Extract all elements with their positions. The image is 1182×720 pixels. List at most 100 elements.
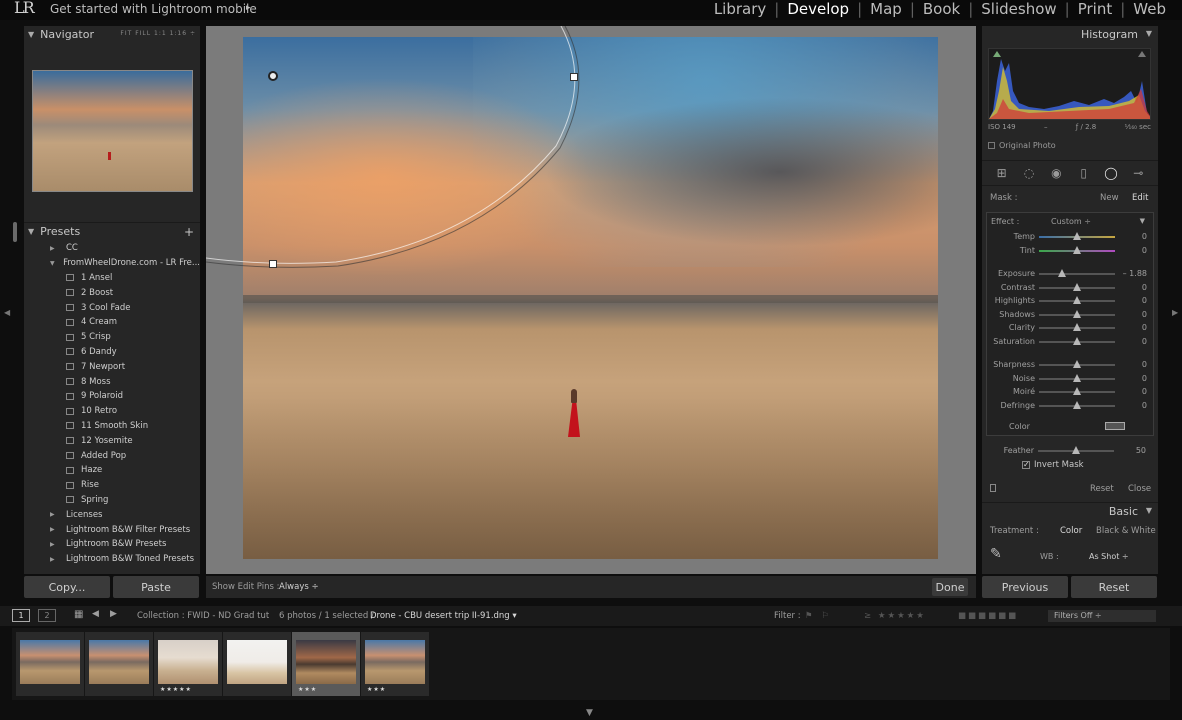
- effect-preset-select[interactable]: Custom ÷: [1051, 217, 1091, 226]
- slider-thumb[interactable]: [1073, 387, 1081, 395]
- collapse-triangle-icon[interactable]: ▼: [1146, 506, 1152, 515]
- module-web[interactable]: Web: [1125, 0, 1174, 18]
- preset-folder[interactable]: ▶ CC: [24, 241, 200, 256]
- defringe-slider[interactable]: Defringe 0: [987, 399, 1155, 412]
- folder-closed-triangle-icon[interactable]: ▶: [50, 245, 66, 252]
- paste-settings-button[interactable]: Paste: [113, 576, 199, 598]
- presets-header[interactable]: ▼ Presets +: [24, 223, 200, 240]
- slider-value[interactable]: 0: [1142, 401, 1147, 410]
- feather-slider-thumb[interactable]: [1072, 446, 1080, 454]
- saturation-slider[interactable]: Saturation 0: [987, 335, 1155, 348]
- histogram-graph[interactable]: [988, 48, 1151, 120]
- effect-collapse-icon[interactable]: ▼: [1140, 217, 1145, 225]
- histogram-header[interactable]: Histogram ▼: [982, 26, 1158, 43]
- folder-closed-triangle-icon[interactable]: ▶: [50, 556, 66, 563]
- preset-item[interactable]: 6 Dandy: [24, 345, 200, 360]
- slider-thumb[interactable]: [1073, 336, 1081, 345]
- treatment-bw-button[interactable]: Black & White: [1096, 526, 1156, 536]
- preset-item[interactable]: 11 Smooth Skin: [24, 419, 200, 434]
- radial-filter-handle[interactable]: [570, 73, 578, 81]
- filmstrip-thumbnail[interactable]: ★★★: [361, 632, 429, 696]
- preset-item[interactable]: 7 Newport: [24, 359, 200, 374]
- preset-item[interactable]: Haze: [24, 463, 200, 478]
- slider-value[interactable]: 0: [1142, 387, 1147, 396]
- slider-value[interactable]: 0: [1142, 360, 1147, 369]
- previous-button[interactable]: Previous: [982, 576, 1068, 598]
- right-panel-toggle-icon[interactable]: ▶: [1172, 308, 1178, 317]
- filmstrip-thumbnail[interactable]: [16, 632, 84, 696]
- done-button[interactable]: Done: [932, 578, 968, 596]
- slider-thumb[interactable]: [1073, 400, 1081, 409]
- slider-thumb[interactable]: [1073, 360, 1081, 368]
- sharpness-slider[interactable]: Sharpness 0: [987, 358, 1155, 371]
- feather-value[interactable]: 50: [1136, 446, 1146, 455]
- noise-slider[interactable]: Noise 0: [987, 372, 1155, 385]
- graduated-filter-icon[interactable]: ▯: [1077, 166, 1091, 180]
- slider-thumb[interactable]: [1073, 323, 1081, 331]
- collection-label[interactable]: Collection : FWID - ND Grad tut: [137, 611, 269, 621]
- filmstrip-toggle-icon[interactable]: ▼: [586, 708, 593, 718]
- grid-view-icon[interactable]: ▦: [74, 609, 83, 620]
- mask-close-button[interactable]: Close: [1128, 484, 1151, 494]
- filters-select[interactable]: Filters Off ÷: [1048, 610, 1156, 622]
- filmstrip-thumbnail[interactable]: [223, 632, 291, 696]
- slider-thumb[interactable]: [1073, 282, 1081, 291]
- navigator-preview[interactable]: [32, 70, 193, 192]
- module-book[interactable]: Book: [915, 0, 968, 18]
- mask-edit-button[interactable]: Edit: [1132, 193, 1148, 203]
- eyedropper-icon[interactable]: ✎: [990, 546, 1002, 562]
- tint-slider[interactable]: Tint 0: [987, 244, 1155, 257]
- slider-thumb[interactable]: [1073, 232, 1081, 240]
- slider-value[interactable]: 0: [1142, 232, 1147, 241]
- show-edit-pins-select[interactable]: Always ÷: [279, 582, 319, 592]
- highlights-slider[interactable]: Highlights 0: [987, 294, 1155, 307]
- slider-track[interactable]: [1039, 273, 1115, 275]
- preset-item[interactable]: Rise: [24, 478, 200, 493]
- module-library[interactable]: Library: [706, 0, 774, 18]
- preset-item[interactable]: 12 Yosemite: [24, 433, 200, 448]
- module-print[interactable]: Print: [1070, 0, 1121, 18]
- temp-slider[interactable]: Temp 0: [987, 230, 1155, 243]
- navigator-zoom-options[interactable]: FIT FILL 1:1 1:16 ÷: [120, 30, 196, 37]
- main-photo[interactable]: [243, 37, 938, 559]
- forward-arrow-icon[interactable]: ▶: [110, 609, 117, 619]
- slider-thumb[interactable]: [1073, 245, 1081, 254]
- slider-value[interactable]: 0: [1142, 246, 1147, 255]
- star-filter-icons[interactable]: ≥ ★★★★★: [864, 611, 926, 621]
- second-window-button[interactable]: 2: [38, 609, 56, 622]
- filmstrip-thumbnail[interactable]: ★★★: [292, 632, 360, 696]
- red-eye-icon[interactable]: ◉: [1049, 166, 1063, 180]
- preset-folder[interactable]: ▼ FromWheelDrone.com - LR Fre...: [24, 256, 200, 271]
- module-map[interactable]: Map: [862, 0, 910, 18]
- left-panel-scroll-handle[interactable]: [13, 222, 17, 242]
- slider-value[interactable]: 0: [1142, 296, 1147, 305]
- module-develop[interactable]: Develop: [779, 0, 857, 18]
- adjustment-brush-icon[interactable]: ⊸: [1131, 166, 1145, 180]
- current-filename[interactable]: Drone - CBU desert trip II-91.dng ▾: [370, 611, 517, 621]
- spot-removal-icon[interactable]: ◌: [1022, 166, 1036, 180]
- treatment-color-button[interactable]: Color: [1060, 526, 1082, 536]
- left-panel-toggle-icon[interactable]: ◀: [4, 308, 10, 317]
- mask-on-off-switch[interactable]: [990, 484, 996, 492]
- preset-item[interactable]: 4 Cream: [24, 315, 200, 330]
- preset-item[interactable]: 2 Boost: [24, 285, 200, 300]
- folder-open-triangle-icon[interactable]: ▼: [50, 260, 63, 267]
- original-photo-toggle[interactable]: Original Photo: [988, 141, 1056, 150]
- mask-new-button[interactable]: New: [1100, 193, 1119, 203]
- slider-value[interactable]: 0: [1142, 323, 1147, 332]
- copy-settings-button[interactable]: Copy...: [24, 576, 110, 598]
- radial-filter-center-pin[interactable]: [268, 71, 278, 81]
- wb-select[interactable]: As Shot ÷: [1089, 552, 1129, 561]
- contrast-slider[interactable]: Contrast 0: [987, 281, 1155, 294]
- mask-reset-button[interactable]: Reset: [1090, 484, 1114, 494]
- collapse-triangle-icon[interactable]: ▼: [1146, 29, 1152, 38]
- basic-header[interactable]: Basic ▼: [982, 502, 1158, 518]
- filmstrip-thumbnail[interactable]: ★★★★★: [154, 632, 222, 696]
- flag-filter-icons[interactable]: ⚑ ⚐: [805, 611, 832, 621]
- preset-item[interactable]: 9 Polaroid: [24, 389, 200, 404]
- preset-item[interactable]: 3 Cool Fade: [24, 300, 200, 315]
- back-arrow-icon[interactable]: ◀: [92, 609, 99, 619]
- slider-value[interactable]: 0: [1142, 374, 1147, 383]
- navigator-header[interactable]: ▼ Navigator FIT FILL 1:1 1:16 ÷: [24, 26, 200, 43]
- preset-item[interactable]: 10 Retro: [24, 404, 200, 419]
